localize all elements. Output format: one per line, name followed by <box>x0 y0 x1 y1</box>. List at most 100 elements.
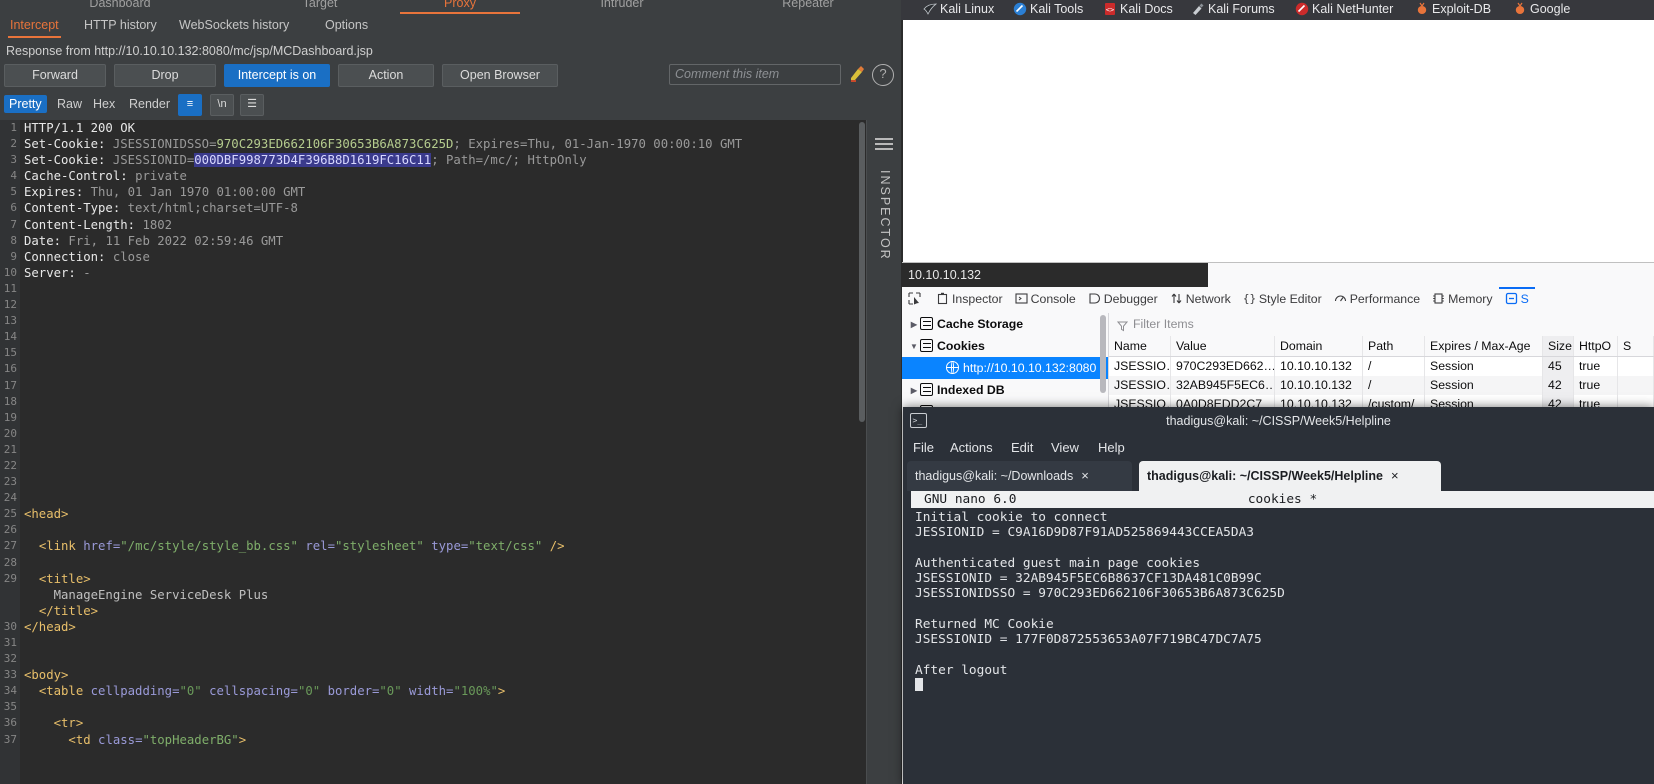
svg-text:<>: <> <box>1106 6 1114 14</box>
burp-top-tab-intruder[interactable]: Intruder <box>562 0 682 14</box>
comment-input[interactable]: Comment this item <box>669 64 841 85</box>
intercept-is-on-button[interactable]: Intercept is on <box>224 64 330 87</box>
devtools-tab-label: Memory <box>1448 292 1493 306</box>
burp-proxy-tab-http-history[interactable]: HTTP history <box>82 14 159 38</box>
tab-console[interactable]: Console <box>1009 287 1082 313</box>
editor-scrollbar[interactable] <box>858 120 866 784</box>
bookmark-exploit-db[interactable]: Exploit-DB <box>1415 0 1495 20</box>
storage-tree-item-http-10-10-10-132-8080[interactable]: http://10.10.10.132:8080 <box>902 357 1108 379</box>
view-tab-pretty[interactable]: Pretty <box>4 95 47 113</box>
line-number: 3 <box>10 153 17 167</box>
view-option-icon-0[interactable]: ≡ <box>178 94 202 116</box>
burp-proxy-tab-intercept[interactable]: Intercept <box>8 14 61 38</box>
editor-scrollbar-thumb[interactable] <box>859 122 865 422</box>
bookmark-google[interactable]: Google <box>1513 0 1574 20</box>
view-option-icon-1[interactable]: \n <box>210 94 234 116</box>
bookmark-kali-forums[interactable]: Kali Forums <box>1191 0 1279 20</box>
code-line: <body> <box>24 668 69 683</box>
nano-filename: cookies * <box>1247 492 1318 507</box>
storage-tree-item-cache-storage[interactable]: ▶ Cache Storage <box>902 313 1108 335</box>
inspector-strip[interactable]: INSPECTOR <box>866 120 902 784</box>
table-cell: Session <box>1425 357 1543 376</box>
terminal-menu-actions[interactable]: Actions <box>950 435 993 461</box>
svg-text:{}: {} <box>1243 292 1256 305</box>
tab-memory[interactable]: Memory <box>1426 287 1498 313</box>
code-line: Set-Cookie: JSESSIONID=000DBF998773D4F39… <box>24 153 587 168</box>
burp-top-tab-proxy[interactable]: Proxy <box>400 0 520 14</box>
terminal-tab-1[interactable]: thadigus@kali: ~/CISSP/Week5/Helpline × <box>1139 461 1441 491</box>
bookmark-kali-tools[interactable]: Kali Tools <box>1013 0 1087 20</box>
column-header-name[interactable]: Name <box>1109 336 1171 356</box>
action-button[interactable]: Action <box>338 64 434 87</box>
filter-input[interactable]: Filter Items <box>1133 313 1194 336</box>
devtools-tab-label: Style Editor <box>1258 292 1322 306</box>
view-tab-hex[interactable]: Hex <box>88 95 120 113</box>
burp-top-tab-repeater[interactable]: Repeater <box>748 0 868 14</box>
column-header-httpo[interactable]: HttpO <box>1574 336 1618 356</box>
storage-tree-item-indexed-db[interactable]: ▶ Indexed DB <box>902 379 1108 401</box>
bookmark-kali-nethunter[interactable]: Kali NetHunter <box>1295 0 1397 20</box>
view-tab-raw[interactable]: Raw <box>52 95 87 113</box>
storage-tree-item-cookies[interactable]: ▼ Cookies <box>902 335 1108 357</box>
highlighter-pen-icon[interactable] <box>848 65 866 83</box>
memory-icon <box>1432 289 1445 313</box>
terminal-menu-edit[interactable]: Edit <box>1011 435 1033 461</box>
storage-tree-scrollbar[interactable] <box>1100 315 1106 393</box>
table-row[interactable]: JSESSIO…32AB945F5EC6…10.10.10.132/Sessio… <box>1109 376 1654 395</box>
close-icon[interactable]: × <box>1391 468 1399 483</box>
tab-network[interactable]: Network <box>1164 287 1237 313</box>
nano-line: JSESSIONID = 177F0D872553653A07F719BC47D… <box>915 632 1262 648</box>
hamburger-icon[interactable] <box>875 138 893 152</box>
cookie-table-header: Name Value Domain Path Expires / Max-Age Size… <box>1109 336 1654 357</box>
nano-line: Authenticated guest main page cookies <box>915 555 1201 571</box>
chevron-down-icon[interactable]: ▼ <box>908 336 920 358</box>
column-header-domain[interactable]: Domain <box>1275 336 1363 356</box>
console-icon <box>1015 289 1028 313</box>
help-icon[interactable]: ? <box>872 64 894 86</box>
bookmark-kali-linux[interactable]: Kali Linux <box>923 0 998 20</box>
http-response-editor[interactable]: 1 2 3 4 5 6 7 8 9 10 11 12 13 14 15 16 17 18 19 20 21 22 23 24 2… <box>0 120 866 784</box>
tab-style-editor[interactable]: {} Style Editor <box>1237 287 1328 313</box>
view-option-icon-2[interactable]: ☰ <box>240 94 264 116</box>
burp-top-tab-dashboard[interactable]: Dashboard <box>60 0 180 14</box>
chevron-right-icon[interactable]: ▶ <box>908 380 920 402</box>
filter-bar[interactable]: Filter Items <box>1109 313 1654 337</box>
nano-line: JESSIONID = C9A16D9D87F91AD525869443CCEA… <box>915 525 1254 541</box>
tab-debugger[interactable]: Debugger <box>1082 287 1164 313</box>
style-icon: {} <box>1243 289 1256 313</box>
drop-button[interactable]: Drop <box>114 64 216 87</box>
chevron-right-icon[interactable]: ▶ <box>908 314 920 336</box>
bookmark-kali-docs[interactable]: <> Kali Docs <box>1103 0 1177 20</box>
table-cell: 10.10.10.132 <box>1275 357 1363 376</box>
tab-performance[interactable]: Performance <box>1328 287 1426 313</box>
terminal-screen[interactable]: GNU nano 6.0 cookies * Initial cookie to… <box>911 491 1654 784</box>
open-browser-button[interactable]: Open Browser <box>442 64 558 87</box>
terminal-tab-0[interactable]: thadigus@kali: ~/Downloads × <box>907 461 1132 491</box>
column-header-s[interactable]: S <box>1618 336 1654 356</box>
column-header-path[interactable]: Path <box>1363 336 1425 356</box>
burp-proxy-tab-websockets-history[interactable]: WebSockets history <box>177 14 291 38</box>
forward-button[interactable]: Forward <box>4 64 106 87</box>
tab-inspector[interactable]: Inspector <box>930 287 1009 313</box>
column-header-expires-max-age[interactable]: Expires / Max-Age <box>1425 336 1543 356</box>
funnel-icon <box>1116 319 1129 332</box>
terminal-menu-view[interactable]: View <box>1051 435 1079 461</box>
code-line: </head> <box>24 619 76 634</box>
table-row[interactable]: JSESSIO…970C293ED662…10.10.10.132/Sessio… <box>1109 357 1654 376</box>
bookmark-label: Exploit-DB <box>1432 2 1492 16</box>
terminal-menu-file[interactable]: File <box>913 435 934 461</box>
view-tab-render[interactable]: Render <box>124 95 175 113</box>
storage-icon <box>1505 289 1518 313</box>
table-cell: true <box>1574 376 1618 395</box>
tab-storage[interactable]: S <box>1499 287 1535 313</box>
burp-top-tab-target[interactable]: Target <box>260 0 380 14</box>
element-picker[interactable] <box>902 287 930 313</box>
burp-proxy-tab-options[interactable]: Options <box>323 14 370 38</box>
line-number: 30 <box>3 619 17 633</box>
column-header-size[interactable]: Size <box>1543 336 1574 356</box>
close-icon[interactable]: × <box>1081 468 1089 483</box>
column-header-value[interactable]: Value <box>1171 336 1275 356</box>
terminal-menu-help[interactable]: Help <box>1098 435 1125 461</box>
code-line: Content-Type: text/html;charset=UTF-8 <box>24 201 298 216</box>
